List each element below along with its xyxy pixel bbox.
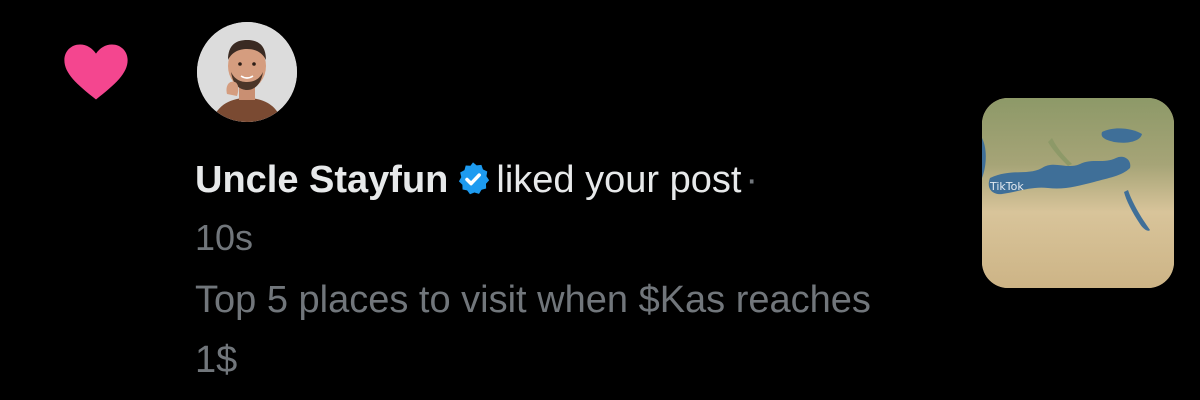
avatar[interactable]: [197, 22, 297, 122]
heart-icon: [63, 43, 129, 101]
notification-headline: Uncle Stayfun liked your post ·: [195, 150, 935, 210]
notification-content: Uncle Stayfun liked your post · 10s Top 5…: [195, 150, 935, 390]
verified-badge-icon: [454, 160, 492, 198]
post-thumbnail[interactable]: TikTok: [982, 98, 1174, 288]
post-text[interactable]: Top 5 places to visit when $Kas reaches …: [195, 270, 895, 390]
separator-dot: ·: [745, 159, 759, 201]
like-notification[interactable]: TikTok Uncle Stayfun liked your post · 10…: [0, 0, 1200, 400]
timestamp: 10s: [195, 217, 254, 258]
user-name[interactable]: Uncle Stayfun: [195, 159, 448, 201]
action-text: liked your post: [496, 159, 742, 201]
tiktok-watermark: TikTok: [990, 180, 1024, 193]
